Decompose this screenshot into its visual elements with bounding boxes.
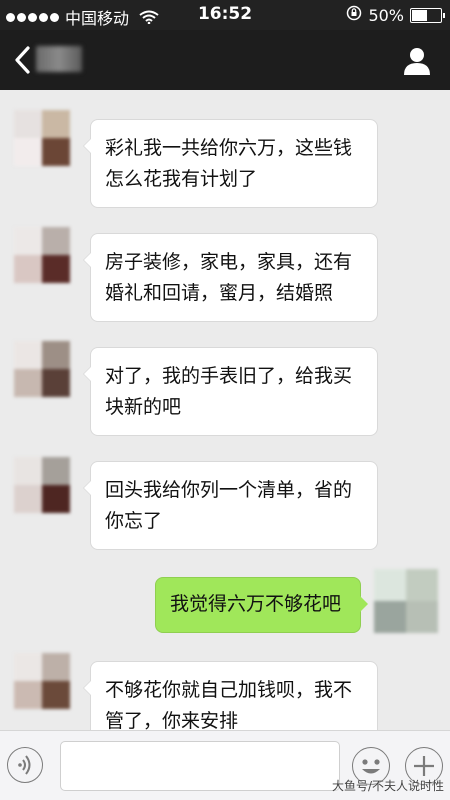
message-bubble-incoming: 回头我给你列一个清单，省的 你忘了	[83, 461, 378, 550]
message-bubble-incoming: 房子装修，家电，家具，还有 婚礼和回请，蜜月，结婚照	[83, 233, 378, 322]
rotation-lock-icon	[346, 5, 362, 25]
message-input[interactable]	[60, 741, 340, 791]
message-text: 不够花你就自己加钱呗，我不	[105, 679, 353, 701]
message-text: 块新的吧	[105, 396, 182, 418]
my-avatar[interactable]	[374, 569, 438, 633]
message-bubble-outgoing: 我觉得六万不够花吧	[155, 577, 368, 633]
contact-avatar[interactable]	[14, 457, 70, 513]
message-text: 你忘了	[105, 510, 163, 532]
watermark-text: 大鱼号/不夫人说时性	[331, 779, 444, 793]
message-bubble-incoming: 对了，我的手表旧了，给我买 块新的吧	[83, 347, 378, 436]
message-text: 婚礼和回请，蜜月，结婚照	[105, 282, 334, 304]
profile-button[interactable]	[402, 46, 432, 76]
message-text: 房子装修，家电，家具，还有	[105, 251, 353, 273]
status-right: 50%	[346, 5, 445, 25]
contact-avatar[interactable]	[14, 341, 70, 397]
message-text: 对了，我的手表旧了，给我买	[105, 365, 353, 387]
message-bubble-incoming: 彩礼我一共给你六万，这些钱 怎么花我有计划了	[83, 119, 378, 208]
chat-area[interactable]: 彩礼我一共给你六万，这些钱 怎么花我有计划了 房子装修，家电，家具，还有 婚礼和…	[0, 90, 450, 730]
voice-icon	[18, 755, 31, 775]
message-text: 彩礼我一共给你六万，这些钱	[105, 137, 353, 159]
status-bar: 中国移动 16:52 50%	[0, 0, 450, 30]
message-bubble-incoming: 不够花你就自己加钱呗，我不 管了，你来安排	[83, 661, 378, 730]
person-icon	[404, 48, 430, 75]
contact-avatar[interactable]	[14, 227, 70, 283]
battery-icon	[410, 7, 445, 23]
nav-bar	[0, 30, 450, 90]
contact-name-blurred	[36, 46, 82, 72]
message-text: 怎么花我有计划了	[105, 168, 258, 190]
battery-percent: 50%	[368, 5, 404, 25]
message-text: 我觉得六万不够花吧	[170, 593, 342, 615]
message-text: 管了，你来安排	[105, 710, 239, 730]
voice-input-button[interactable]	[7, 747, 43, 783]
contact-avatar[interactable]	[14, 653, 70, 709]
message-text: 回头我给你列一个清单，省的	[105, 479, 353, 501]
contact-avatar[interactable]	[14, 110, 70, 166]
